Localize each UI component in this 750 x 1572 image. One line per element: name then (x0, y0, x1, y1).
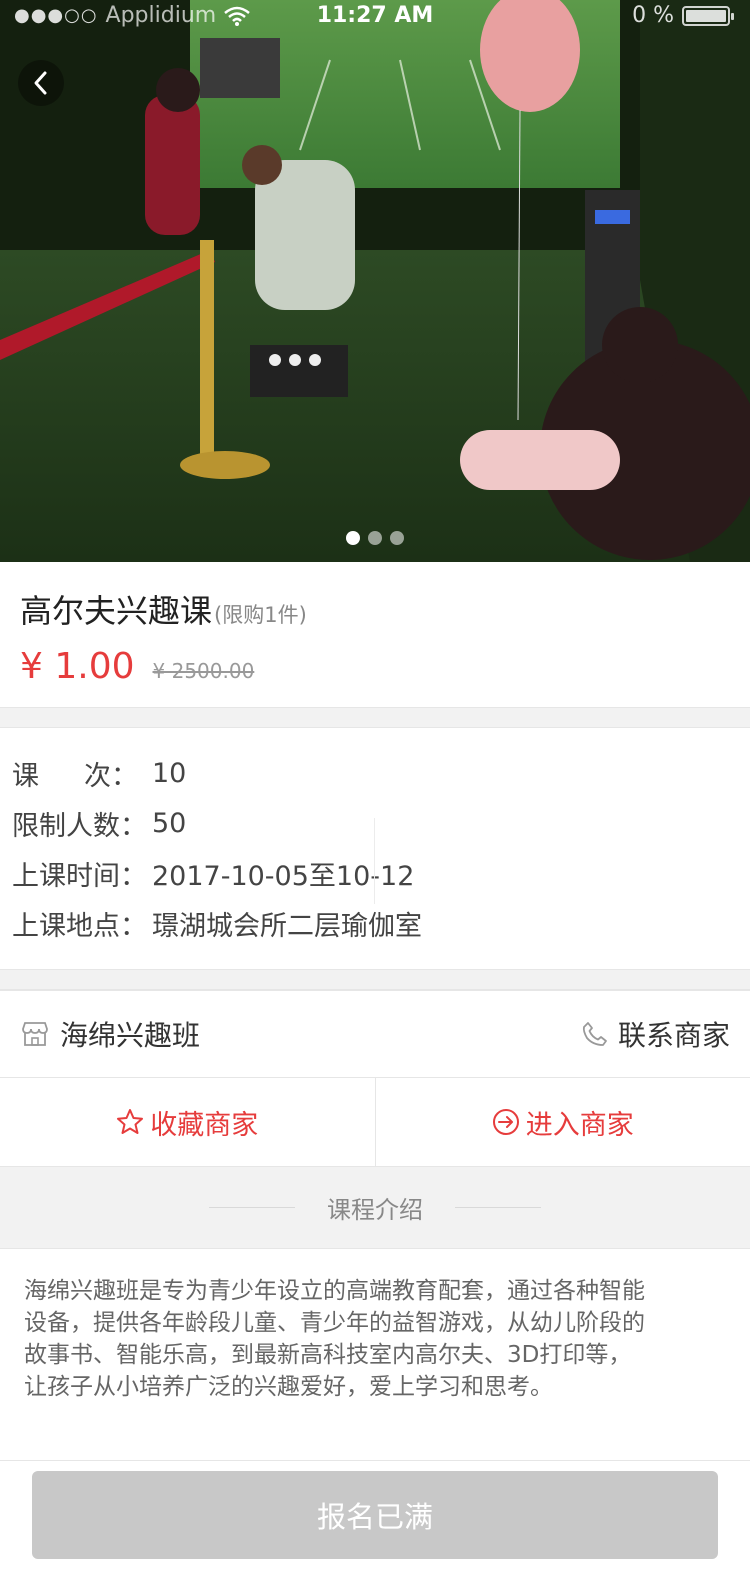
info-row-time: 上课时间： 2017-10-05至10-12 (12, 848, 738, 898)
hero-photo (0, 0, 750, 562)
divider (374, 818, 375, 904)
arrow-circle-right-icon (492, 1109, 519, 1135)
merchant-link[interactable]: 海绵兴趣班 (20, 1014, 200, 1054)
store-icon (22, 1022, 48, 1046)
contact-merchant-label: 联系商家 (617, 1019, 730, 1052)
gallery-pagination (0, 531, 750, 545)
intro-line: 设备，提供各年龄段儿童、青少年的益智游戏，从幼儿阶段的 (24, 1310, 645, 1336)
pagination-dot-2[interactable] (368, 531, 382, 545)
intro-heading: 课程介绍 (327, 1196, 423, 1224)
status-bar: ●●●○○ Applidium 11:27 AM 0 % (0, 0, 750, 34)
intro-description: 海绵兴趣班是专为青少年设立的高端教育配套，通过各种智能 设备，提供各年龄段儿童、… (0, 1249, 750, 1461)
info-row-capacity: 限制人数： 50 (12, 798, 738, 848)
time-value: 2017-10-05至10-12 (152, 860, 415, 892)
favorite-merchant-label: 收藏商家 (150, 1109, 259, 1141)
pagination-dot-1[interactable] (346, 531, 360, 545)
sessions-value: 10 (152, 757, 187, 789)
section-gap (0, 708, 750, 728)
battery-percent: 0 % (632, 3, 674, 28)
time-label: 上课时间： (12, 860, 147, 892)
divider (455, 1207, 541, 1208)
intro-header: 课程介绍 (0, 1167, 750, 1249)
enter-merchant-label: 进入商家 (525, 1109, 634, 1141)
sessions-label: 课次： (12, 760, 138, 792)
favorite-merchant-button[interactable]: 收藏商家 (0, 1078, 375, 1166)
merchant-bar: 海绵兴趣班 联系商家 (0, 990, 750, 1078)
intro-line: 海绵兴趣班是专为青少年设立的高端教育配套，通过各种智能 (24, 1278, 645, 1304)
info-row-sessions: 课次： 10 (12, 748, 738, 798)
location-label: 上课地点： (12, 910, 147, 942)
back-button[interactable] (18, 60, 64, 106)
divider (209, 1207, 295, 1208)
location-value: 璟湖城会所二层瑜伽室 (152, 910, 422, 942)
bottom-bar: 报名已满 (0, 1460, 750, 1572)
hero-gallery[interactable]: ●●●○○ Applidium 11:27 AM 0 % (0, 0, 750, 562)
enter-merchant-button[interactable]: 进入商家 (374, 1078, 750, 1166)
original-price: ¥ 2500.00 (152, 659, 255, 683)
chevron-left-icon (34, 71, 47, 95)
intro-line: 让孩子从小培养广泛的兴趣爱好，爱上学习和思考。 (24, 1374, 553, 1400)
contact-merchant-button[interactable]: 联系商家 (582, 1014, 730, 1054)
battery-icon (682, 5, 734, 26)
current-price: ¥ 1.00 (20, 646, 135, 687)
section-gap (0, 970, 750, 990)
phone-icon (582, 1022, 607, 1046)
course-info: 课次： 10 限制人数： 50 上课时间： 2017-10-05至10-12 上… (0, 728, 750, 970)
signup-button[interactable]: 报名已满 (32, 1471, 718, 1559)
capacity-label: 限制人数： (12, 810, 147, 842)
course-summary: 高尔夫兴趣课 (限购1件) ¥ 1.00 ¥ 2500.00 (0, 562, 750, 708)
star-icon (117, 1109, 144, 1134)
intro-line: 故事书、智能乐高，到最新高科技室内高尔夫、3D打印等， (24, 1342, 632, 1368)
merchant-name: 海绵兴趣班 (60, 1019, 201, 1052)
capacity-value: 50 (152, 807, 187, 839)
purchase-limit: (限购1件) (214, 603, 307, 627)
merchant-actions: 收藏商家 进入商家 (0, 1078, 750, 1167)
info-row-location: 上课地点： 璟湖城会所二层瑜伽室 (12, 898, 738, 948)
pagination-dot-3[interactable] (390, 531, 404, 545)
course-title: 高尔夫兴趣课 (20, 592, 213, 630)
